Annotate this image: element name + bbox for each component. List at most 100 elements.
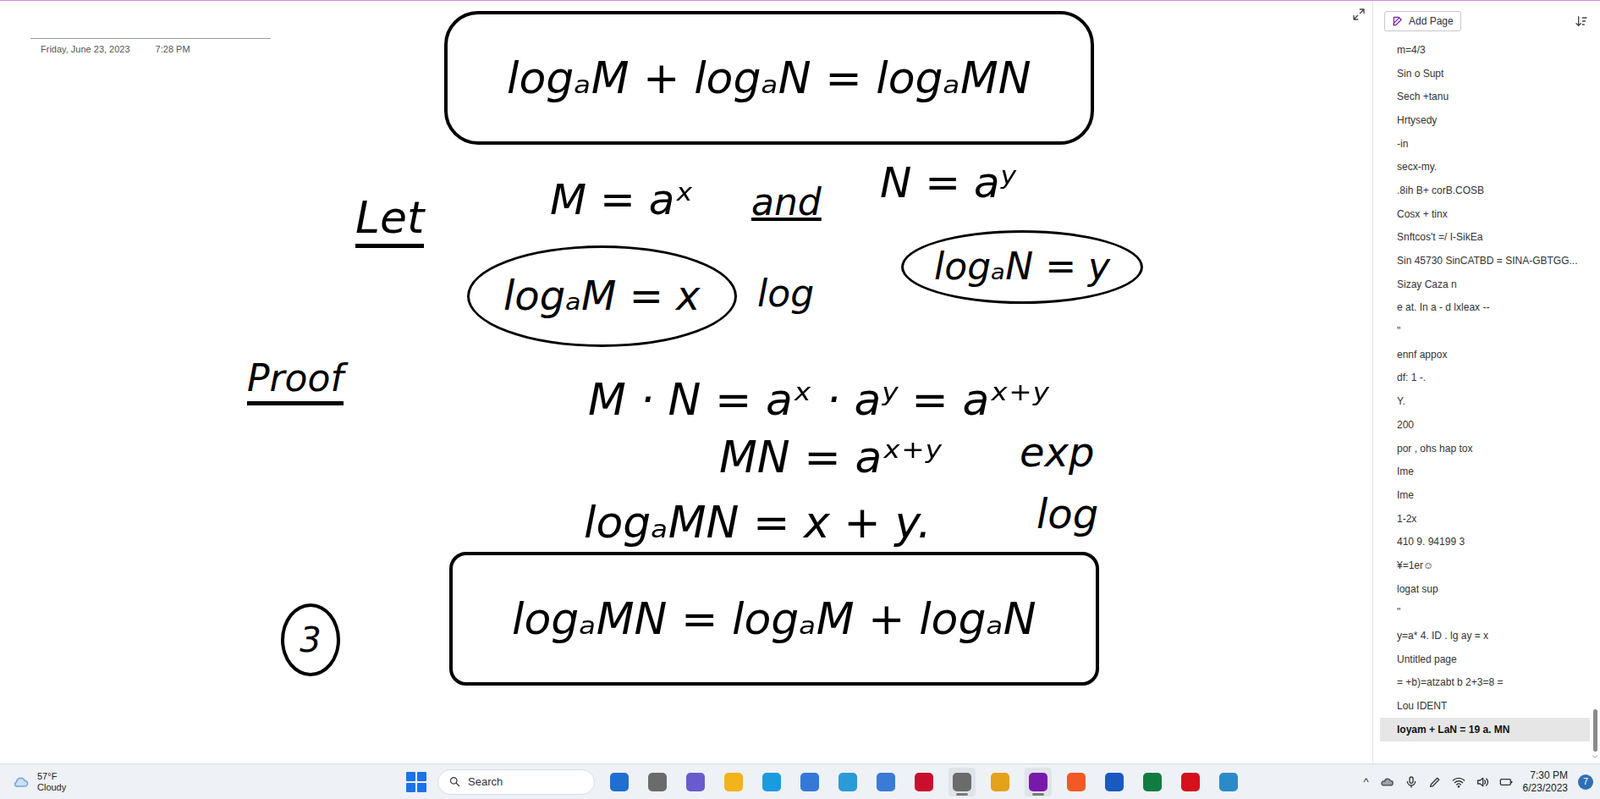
page-item[interactable]: df: 1 -. [1380, 366, 1590, 391]
main-area: Friday, June 23, 20237:28 PMlogₐM + logₐ… [0, 0, 1600, 764]
page-item[interactable]: Snftcos't =/ I-SikEa [1380, 225, 1590, 250]
ink-boxed[interactable]: logₐM + logₐN = logₐMN [444, 10, 1095, 145]
ink-plain[interactable]: log [1036, 489, 1099, 539]
system-tray: ^ 7:30 PM6/23/2023 7 [1363, 764, 1595, 799]
microphone-icon [1404, 775, 1419, 789]
taskbar-app[interactable] [948, 767, 976, 797]
taskbar-app[interactable] [758, 767, 786, 797]
clock[interactable]: 7:30 PM6/23/2023 [1523, 769, 1568, 794]
page-item[interactable]: = +b)=atzabt b 2+3=8 = [1380, 670, 1590, 695]
ink-ellipse[interactable]: logₐN = y [901, 230, 1144, 304]
page-title: Hrtysedy [1396, 112, 1437, 128]
ink-plain[interactable]: and [751, 180, 822, 226]
page-title: secx-my. [1396, 159, 1437, 175]
weather-widget[interactable]: 57°FCloudy [0, 770, 407, 792]
weather-text: 57°FCloudy [37, 770, 66, 792]
notification-badge[interactable]: 7 [1578, 774, 1594, 790]
taskbar-apps [605, 767, 1243, 797]
taskbar-app[interactable] [1100, 767, 1128, 797]
add-page-button[interactable]: Add Page [1384, 10, 1462, 32]
note-canvas[interactable]: Friday, June 23, 20237:28 PMlogₐM + logₐ… [0, 0, 1373, 764]
page-title: Cosx + tinx [1396, 206, 1448, 222]
add-page-label: Add Page [1408, 13, 1454, 29]
page-title: por , ohs hap tox [1396, 440, 1473, 457]
windows-logo-tile [417, 782, 427, 792]
page-title: Sizay Caza n [1396, 276, 1458, 292]
taskbar-app[interactable] [605, 767, 633, 797]
taskbar-app[interactable] [681, 767, 710, 797]
time-text: 7:28 PM [155, 42, 191, 57]
page-item[interactable]: loyam + LaN = 19 a. MN [1380, 717, 1590, 742]
page-item[interactable]: y=a* 4. ID . lg ay = x [1380, 623, 1590, 648]
app-icon [610, 772, 629, 792]
page-item[interactable]: logat sup [1380, 577, 1590, 601]
cloud-icon [10, 773, 33, 791]
page-item[interactable]: Hrtysedy [1380, 108, 1590, 132]
page-item[interactable]: Sin 45730 SinCATBD = SINA-GBTGG... [1380, 248, 1590, 273]
ink-ellipse[interactable]: logₐM = x [467, 245, 737, 347]
page-item[interactable]: Y. [1380, 389, 1590, 413]
page-item[interactable]: por , ohs hap tox [1380, 436, 1590, 461]
page-item[interactable]: Ime [1380, 459, 1590, 484]
page-item[interactable]: 200 [1380, 412, 1590, 437]
app-icon [686, 772, 705, 792]
ink-underlined[interactable]: Proof [247, 356, 344, 406]
taskbar-app[interactable] [1024, 767, 1052, 797]
ink-plain[interactable]: M = aˣ [549, 174, 694, 226]
ink-plain[interactable]: log [757, 271, 814, 317]
ink-plain[interactable]: exp [1019, 428, 1095, 478]
page-item[interactable]: 410 9. 94199 3 [1380, 529, 1590, 554]
taskbar-app[interactable] [720, 767, 748, 797]
start-button[interactable] [406, 771, 427, 792]
page-item[interactable]: Ime [1380, 483, 1590, 507]
taskbar-app[interactable] [834, 767, 862, 797]
taskbar-app[interactable] [796, 767, 824, 797]
app-icon [1181, 772, 1200, 792]
taskbar-app[interactable] [1176, 767, 1205, 797]
page-item[interactable]: ¥=1er☺ [1380, 553, 1590, 578]
page-item[interactable]: Sin o Supt [1380, 61, 1590, 86]
page-list-wrap: m=4/3Sin o Supt Sech +tanu Hrtysedy -in secx… [1373, 38, 1600, 764]
search-label: Search [467, 773, 503, 791]
ink-underlined[interactable]: Let [355, 191, 424, 248]
scrollbar-thumb[interactable] [1593, 709, 1598, 752]
ink-plain[interactable]: N = aʸ [879, 157, 1016, 209]
taskbar-app[interactable] [1138, 767, 1166, 797]
taskbar-app[interactable] [643, 767, 671, 797]
sort-icon [1574, 14, 1589, 28]
page-item[interactable]: e at. In a - d lxleax -- [1380, 296, 1590, 320]
page-item[interactable]: " [1380, 318, 1590, 343]
tray-chevron[interactable]: ^ [1363, 773, 1370, 791]
app-icon [1143, 772, 1162, 792]
page-item[interactable]: Sizay Caza n [1380, 272, 1590, 297]
page-list-panel: Add Page m=4/3Sin o Supt Sech +tanu Hrtysed… [1372, 0, 1600, 764]
taskbar-app[interactable] [1215, 767, 1243, 797]
page-title: = +b)=atzabt b 2+3=8 = [1396, 674, 1503, 690]
page-title: Sech +tanu [1396, 88, 1449, 105]
page-item[interactable]: ennf appox [1380, 342, 1590, 367]
taskbar-app[interactable] [872, 767, 900, 797]
app-icon [1066, 772, 1086, 792]
scrollbar[interactable] [1589, 38, 1600, 764]
search-box[interactable]: Search [437, 769, 595, 795]
ink-plain[interactable]: logₐMN = x + y. [583, 495, 932, 549]
page-item[interactable]: Untitled page [1380, 647, 1590, 671]
taskbar: 57°FCloudy Search ^ 7:30 PM6/23/2023 7 [0, 763, 1600, 799]
page-item[interactable]: .8ih B+ corB.COSB [1380, 178, 1590, 203]
ink-circle[interactable]: 3 [280, 603, 341, 677]
ink-boxed[interactable]: logₐMN = logₐM + logₐN [449, 551, 1100, 686]
page-item[interactable]: Sech +tanu [1380, 84, 1590, 109]
ink-plain[interactable]: M · N = aˣ · aʸ = aˣ⁺ʸ [588, 373, 1049, 426]
taskbar-app[interactable] [986, 767, 1014, 797]
ink-plain[interactable]: MN = aˣ⁺ʸ [719, 430, 941, 484]
taskbar-app[interactable] [910, 767, 938, 797]
page-item[interactable]: m=4/3 [1380, 38, 1590, 62]
page-item[interactable]: secx-my. [1380, 154, 1590, 179]
app-icon [1028, 772, 1048, 792]
taskbar-app[interactable] [1062, 767, 1090, 797]
page-item[interactable]: 1-2x [1380, 506, 1590, 531]
page-item[interactable]: Cosx + tinx [1380, 202, 1590, 226]
page-item[interactable]: Lou IDENT [1380, 693, 1590, 718]
page-item[interactable]: " [1380, 600, 1590, 625]
page-item[interactable]: -in [1380, 131, 1590, 156]
